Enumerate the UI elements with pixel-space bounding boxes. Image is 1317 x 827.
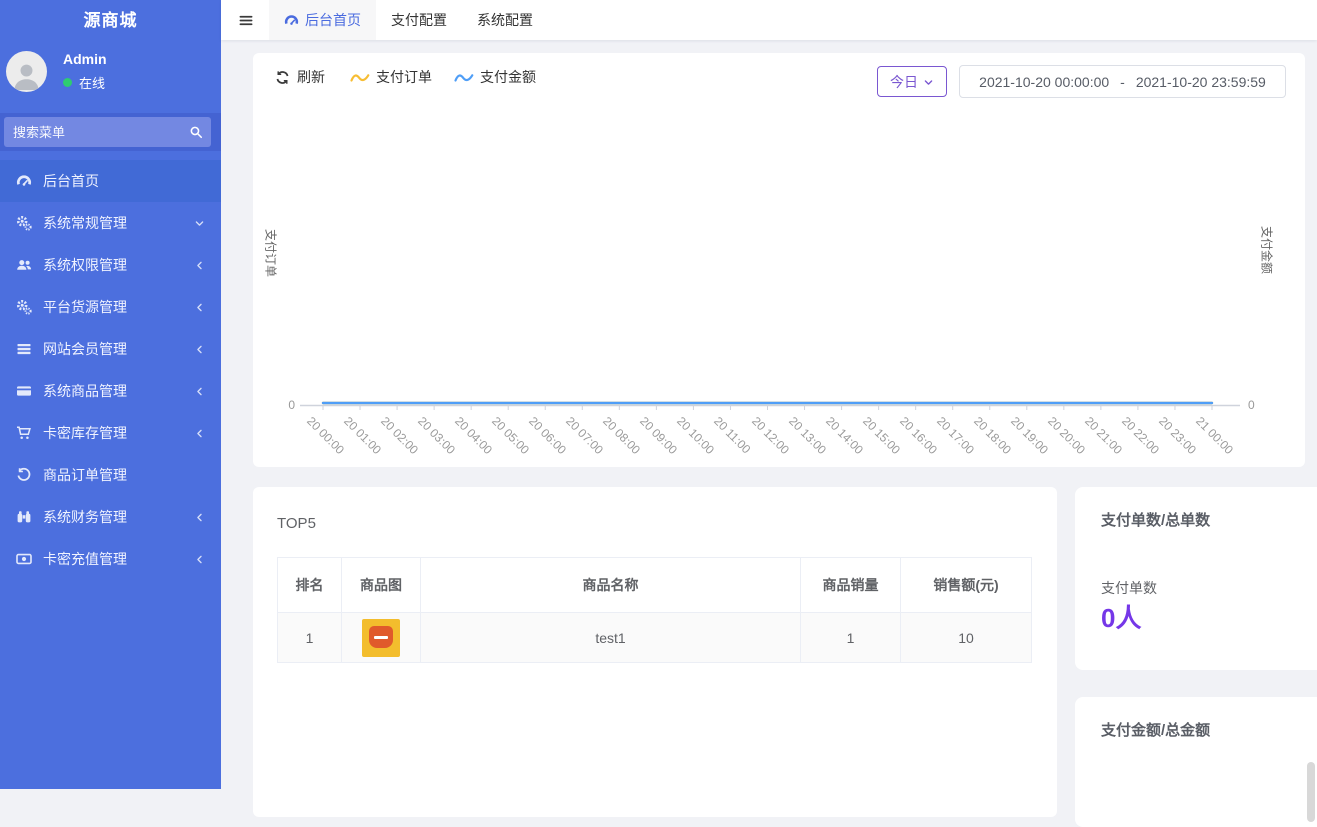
- column-header: 商品名称: [421, 558, 801, 613]
- chevron-down-icon: [194, 218, 205, 229]
- column-header: 排名: [278, 558, 342, 613]
- chevron-left-icon: [194, 428, 205, 439]
- gears-icon: [16, 299, 32, 315]
- sidebar: 源商城 Admin 在线 后台首页 系统常规管理 系统权限管理: [0, 0, 221, 789]
- online-status-label: 在线: [79, 73, 105, 92]
- chevron-left-icon: [194, 554, 205, 565]
- sidebar-item-6[interactable]: 卡密库存管理: [0, 412, 221, 454]
- tab-1[interactable]: 支付配置: [376, 0, 462, 40]
- sidebar-item-5[interactable]: 系统商品管理: [0, 370, 221, 412]
- menu-search-band: [0, 113, 221, 151]
- gears-icon: [16, 215, 32, 231]
- stat-card-pay-amount: 支付金额/总金额: [1075, 697, 1317, 827]
- hamburger-icon[interactable]: [237, 13, 255, 28]
- sidebar-item-label: 平台货源管理: [43, 297, 194, 317]
- users-icon: [16, 257, 32, 273]
- sidebar-item-8[interactable]: 系统财务管理: [0, 496, 221, 538]
- chevron-left-icon: [194, 386, 205, 397]
- chevron-left-icon: [194, 512, 205, 523]
- chart-canvas: [253, 53, 1305, 467]
- topbar: 后台首页 支付配置 系统配置: [221, 0, 1317, 40]
- table-header-row: 排名商品图商品名称商品销量销售额(元): [278, 558, 1032, 613]
- image-cell: [342, 613, 421, 663]
- app-logo: 源商城: [0, 0, 221, 42]
- top5-title: TOP5: [277, 515, 316, 532]
- sidebar-item-label: 卡密库存管理: [43, 423, 194, 443]
- history-icon: [16, 467, 32, 483]
- chevron-left-icon: [194, 302, 205, 313]
- avatar: [6, 51, 47, 92]
- cart-icon: [16, 425, 32, 441]
- tab-0[interactable]: 后台首页: [269, 0, 376, 40]
- search-input[interactable]: [4, 117, 211, 147]
- money-icon: [16, 551, 32, 567]
- sidebar-item-label: 系统常规管理: [43, 213, 194, 233]
- sidebar-item-0[interactable]: 后台首页: [0, 160, 221, 202]
- sidebar-item-label: 卡密充值管理: [43, 549, 194, 569]
- tab-2[interactable]: 系统配置: [462, 0, 548, 40]
- dashboard-icon: [284, 13, 299, 28]
- sidebar-item-2[interactable]: 系统权限管理: [0, 244, 221, 286]
- user-name: Admin: [63, 51, 107, 67]
- amount-cell: 10: [901, 613, 1032, 663]
- tab-label: 支付配置: [391, 10, 447, 30]
- search-icon[interactable]: [189, 125, 203, 139]
- table-row: 1test1110: [278, 613, 1032, 663]
- sidebar-item-9[interactable]: 卡密充值管理: [0, 538, 221, 580]
- list-icon: [16, 341, 32, 357]
- stat-title: 支付单数/总单数: [1101, 509, 1210, 530]
- sidebar-item-3[interactable]: 平台货源管理: [0, 286, 221, 328]
- vertical-scrollbar-thumb[interactable]: [1307, 762, 1315, 822]
- sidebar-item-label: 后台首页: [43, 171, 205, 191]
- sidebar-item-label: 网站会员管理: [43, 339, 194, 359]
- chevron-left-icon: [194, 344, 205, 355]
- sidebar-item-label: 系统商品管理: [43, 381, 194, 401]
- tab-bar: 后台首页 支付配置 系统配置: [269, 0, 548, 40]
- top5-card: TOP5 排名商品图商品名称商品销量销售额(元) 1test1110: [253, 487, 1057, 817]
- name-cell: test1: [421, 613, 801, 663]
- product-image: [362, 619, 400, 657]
- user-avatar-icon: [10, 59, 43, 92]
- sidebar-item-label: 系统权限管理: [43, 255, 194, 275]
- sidebar-item-label: 商品订单管理: [43, 465, 205, 485]
- stat-label: 支付单数: [1101, 578, 1157, 598]
- sidebar-item-4[interactable]: 网站会员管理: [0, 328, 221, 370]
- stat-value: 0人: [1101, 598, 1141, 635]
- column-header: 销售额(元): [901, 558, 1032, 613]
- user-panel: Admin 在线: [0, 42, 221, 105]
- column-header: 商品销量: [801, 558, 901, 613]
- binoculars-icon: [16, 509, 32, 525]
- stat-title: 支付金额/总金额: [1101, 719, 1210, 740]
- dashboard-icon: [16, 173, 32, 189]
- rank-cell: 1: [278, 613, 342, 663]
- top5-table: 排名商品图商品名称商品销量销售额(元) 1test1110: [277, 557, 1032, 663]
- tab-label: 系统配置: [477, 10, 533, 30]
- column-header: 商品图: [342, 558, 421, 613]
- sidebar-item-7[interactable]: 商品订单管理: [0, 454, 221, 496]
- sidebar-item-1[interactable]: 系统常规管理: [0, 202, 221, 244]
- sidebar-menu: 后台首页 系统常规管理 系统权限管理 平台货源管理 网站会员管理 系统商品管理 …: [0, 160, 221, 580]
- sales-cell: 1: [801, 613, 901, 663]
- chart-card: 刷新 支付订单支付金额 今日 2021-10-20 00:00:00 - 202…: [253, 53, 1305, 467]
- tab-label: 后台首页: [305, 10, 361, 30]
- stat-card-pay-orders: 支付单数/总单数 支付单数 0人: [1075, 487, 1317, 670]
- card-icon: [16, 383, 32, 399]
- sidebar-item-label: 系统财务管理: [43, 507, 194, 527]
- online-status-dot: [63, 78, 72, 87]
- chevron-left-icon: [194, 260, 205, 271]
